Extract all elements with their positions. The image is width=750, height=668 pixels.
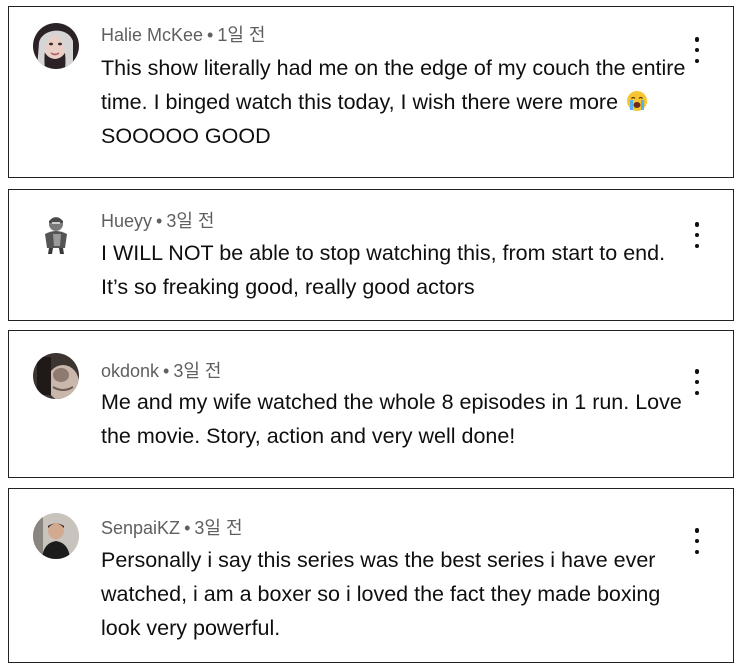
avatar[interactable] (33, 23, 79, 69)
more-vertical-icon[interactable] (687, 220, 707, 250)
comment-text-part: This show literally had me on the edge o… (101, 56, 686, 114)
more-vertical-icon[interactable] (687, 35, 707, 65)
menu-dot (694, 379, 700, 385)
timestamp[interactable]: 3일 전 (194, 518, 242, 538)
separator: • (207, 25, 214, 45)
menu-dot (694, 528, 700, 533)
comment-meta: Hueyy • 3일 전 (101, 210, 214, 232)
menu-dot (694, 549, 700, 554)
menu-dot (694, 58, 700, 63)
menu-dot (694, 232, 700, 238)
menu-dot (694, 369, 700, 374)
author-name[interactable]: Halie McKee (101, 25, 203, 45)
crying-face-emoji-icon (627, 91, 648, 111)
author-name[interactable]: Hueyy (101, 211, 152, 231)
author-name[interactable]: okdonk (101, 361, 159, 381)
comment-card: okdonk • 3일 전 Me and my wife watched the w… (8, 330, 734, 478)
separator: • (163, 361, 170, 381)
menu-dot (694, 390, 700, 395)
comment-card: SenpaiKZ • 3일 전 Personally i say this seri… (8, 488, 734, 663)
menu-dot (694, 47, 700, 53)
comment-meta: okdonk • 3일 전 (101, 360, 222, 382)
comment-text: This show literally had me on the edge o… (101, 51, 691, 153)
timestamp[interactable]: 1일 전 (217, 25, 265, 45)
comment-text: Me and my wife watched the whole 8 episo… (101, 390, 682, 448)
menu-dot (694, 222, 700, 227)
comment-text: I WILL NOT be able to stop watching this… (101, 241, 666, 299)
separator: • (156, 211, 163, 231)
timestamp[interactable]: 3일 전 (173, 361, 221, 381)
menu-dot (694, 243, 700, 248)
comment-card: Halie McKee • 1일 전 This show literally had… (8, 6, 734, 178)
comment-text: Personally i say this series was the bes… (101, 548, 661, 640)
comment-meta: SenpaiKZ • 3일 전 (101, 517, 243, 539)
avatar[interactable] (33, 513, 79, 559)
avatar[interactable] (33, 353, 79, 399)
menu-dot (694, 37, 700, 42)
comment-text-part: SOOOOO GOOD (101, 124, 271, 148)
separator: • (184, 518, 191, 538)
more-vertical-icon[interactable] (687, 526, 707, 556)
author-name[interactable]: SenpaiKZ (101, 518, 180, 538)
more-vertical-icon[interactable] (687, 367, 707, 397)
avatar[interactable] (33, 210, 79, 256)
timestamp[interactable]: 3일 전 (166, 211, 214, 231)
comment-meta: Halie McKee • 1일 전 (101, 24, 266, 46)
menu-dot (694, 538, 700, 544)
comment-card: Hueyy • 3일 전 I WILL NOT be able to stop wa… (8, 189, 734, 321)
